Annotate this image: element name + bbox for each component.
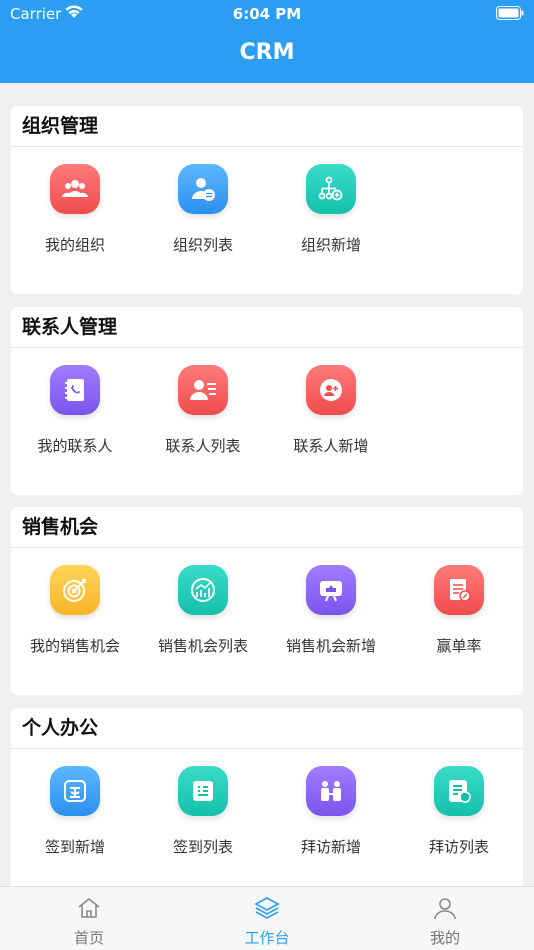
sign-in-list-button[interactable]: 签到列表 <box>139 766 267 876</box>
win-rate-button[interactable]: 赢单率 <box>395 565 523 675</box>
org-list-button[interactable]: 组织列表 <box>139 164 267 274</box>
section-contact-management: 联系人管理 我的联系人 联系人列表 联系人新增 <box>11 307 523 495</box>
visit-list-button[interactable]: 拜访列表 <box>395 766 523 876</box>
item-label: 销售机会新增 <box>285 637 376 655</box>
sign-in-add-button[interactable]: 签到新增 <box>11 766 139 876</box>
tab-workbench[interactable]: 工作台 <box>178 895 356 948</box>
visit-add-icon <box>306 766 356 816</box>
my-opportunity-button[interactable]: 我的销售机会 <box>11 565 139 675</box>
tab-label: 首页 <box>73 929 104 947</box>
section-sales-opportunity: 销售机会 我的销售机会 销售机会列表 销售机会新增 赢单率 <box>11 507 523 695</box>
item-label: 组织列表 <box>172 236 233 254</box>
my-org-button[interactable]: 我的组织 <box>11 164 139 274</box>
visit-list-icon <box>434 766 484 816</box>
battery-icon <box>496 6 524 20</box>
user-list-icon <box>178 164 228 214</box>
section-org-management: 组织管理 我的组织 组织列表 组织新增 <box>11 106 523 294</box>
tab-mine[interactable]: 我的 <box>356 895 534 948</box>
contact-add-button[interactable]: 联系人新增 <box>267 365 395 475</box>
contact-book-icon <box>50 365 100 415</box>
status-time: 6:04 PM <box>232 5 302 23</box>
item-label: 我的组织 <box>44 236 105 254</box>
item-label: 拜访新增 <box>300 838 361 856</box>
profile-icon <box>434 898 456 920</box>
item-label: 联系人列表 <box>165 437 241 455</box>
tab-label: 我的 <box>429 929 460 947</box>
sign-in-icon <box>50 766 100 816</box>
presentation-icon <box>306 565 356 615</box>
section-title: 联系人管理 <box>11 307 523 348</box>
app-header: Carrier 6:04 PM CRM <box>0 0 534 83</box>
section-title: 组织管理 <box>11 106 523 147</box>
section-title: 个人办公 <box>11 708 523 749</box>
home-icon <box>78 897 100 918</box>
contact-add-icon <box>306 365 356 415</box>
document-edit-icon <box>434 565 484 615</box>
tab-home[interactable]: 首页 <box>0 895 178 948</box>
my-contacts-button[interactable]: 我的联系人 <box>11 365 139 475</box>
tab-label: 工作台 <box>244 929 290 947</box>
contact-card-icon <box>178 365 228 415</box>
list-box-icon <box>178 766 228 816</box>
visit-add-button[interactable]: 拜访新增 <box>267 766 395 876</box>
item-label: 联系人新增 <box>293 437 369 455</box>
item-label: 赢单率 <box>436 637 482 655</box>
item-label: 销售机会列表 <box>157 637 248 655</box>
page-title: CRM <box>239 40 295 65</box>
group-icon <box>50 164 100 214</box>
target-icon <box>50 565 100 615</box>
org-add-button[interactable]: 组织新增 <box>267 164 395 274</box>
opportunity-add-button[interactable]: 销售机会新增 <box>267 565 395 675</box>
item-label: 拜访列表 <box>428 838 489 856</box>
status-bar: Carrier 6:04 PM <box>0 0 534 28</box>
item-label: 我的联系人 <box>37 437 113 455</box>
section-personal-office: 个人办公 签到新增 签到列表 拜访新增 拜访列表 <box>11 708 523 908</box>
item-label: 签到新增 <box>44 838 105 856</box>
section-title: 销售机会 <box>11 507 523 548</box>
item-label: 签到列表 <box>172 838 233 856</box>
item-label: 我的销售机会 <box>29 637 120 655</box>
bottom-tab-bar: 首页 工作台 我的 <box>0 886 534 950</box>
contact-list-button[interactable]: 联系人列表 <box>139 365 267 475</box>
opportunity-list-button[interactable]: 销售机会列表 <box>139 565 267 675</box>
item-label: 组织新增 <box>300 236 361 254</box>
chart-icon <box>178 565 228 615</box>
org-add-icon <box>306 164 356 214</box>
layers-icon <box>254 897 280 919</box>
